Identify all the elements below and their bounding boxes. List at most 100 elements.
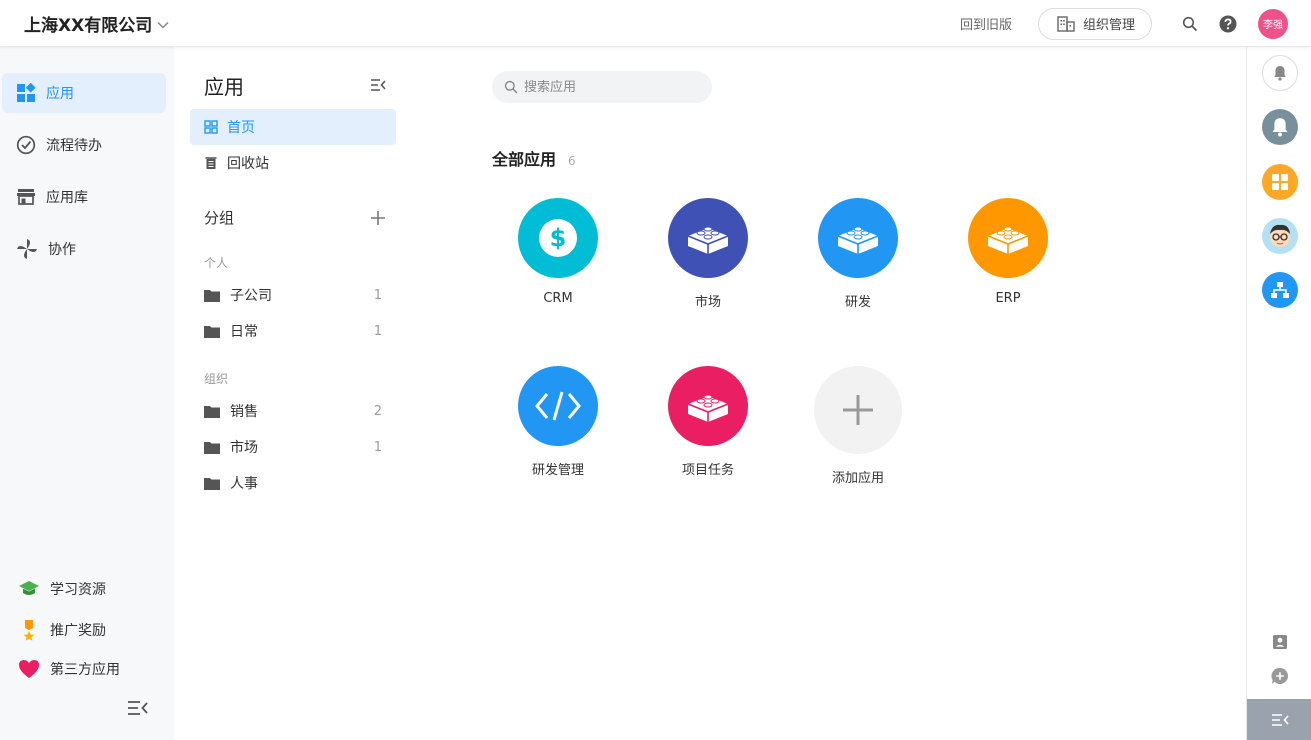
folder-item[interactable]: 人事 <box>204 471 382 495</box>
app-grid-icon[interactable] <box>1262 164 1298 200</box>
folder-count: 1 <box>373 323 382 339</box>
nav-third-party[interactable]: 第三方应用 <box>18 659 120 679</box>
group-header: 分组 <box>204 207 386 228</box>
app-tile-erp[interactable]: ERP <box>953 198 1063 306</box>
folder-icon <box>204 325 220 338</box>
org-manage-label: 组织管理 <box>1082 18 1135 33</box>
lego-brick-icon <box>687 226 729 254</box>
all-apps-header: 全部应用 6 <box>492 146 576 170</box>
app-tile-rd-manage[interactable]: 研发管理 <box>503 366 613 478</box>
nav-item-collab[interactable]: 协作 <box>2 229 166 269</box>
sub-item-home[interactable]: 首页 <box>190 109 396 145</box>
avatar-text: 李强 <box>1263 20 1283 31</box>
nav-item-app-store[interactable]: 应用库 <box>2 177 166 217</box>
search-box[interactable] <box>492 71 712 103</box>
add-chat-icon[interactable] <box>1271 667 1289 685</box>
main-content: 全部应用 6 $ CRM 市场 研发 ERP 研发管理 <box>412 47 1246 740</box>
grid-icon <box>204 120 218 134</box>
folder-count: 1 <box>373 287 382 303</box>
apps-icon <box>17 83 36 102</box>
check-circle-icon <box>16 135 36 155</box>
sub-item-label: 首页 <box>227 120 255 136</box>
store-icon <box>17 189 35 205</box>
chevron-down-icon <box>157 21 169 29</box>
help-icon[interactable] <box>1218 14 1238 34</box>
company-name: 上海XX有限公司 <box>24 16 153 36</box>
user-profile-avatar[interactable] <box>1262 218 1298 254</box>
app-label: 项目任务 <box>681 463 734 478</box>
app-tile-project-tasks[interactable]: 项目任务 <box>653 366 763 478</box>
nav-label: 协作 <box>48 242 76 258</box>
trash-icon <box>205 157 217 169</box>
folder-icon <box>204 289 220 302</box>
app-label: 研发 <box>844 295 871 310</box>
app-count: 6 <box>568 154 576 168</box>
add-group-icon[interactable] <box>370 210 386 226</box>
building-icon <box>1057 15 1075 32</box>
sub-item-trash[interactable]: 回收站 <box>190 145 396 181</box>
top-bar: 上海XX有限公司 回到旧版 组织管理 李强 <box>0 0 1311 47</box>
dollar-icon: $ <box>539 219 577 257</box>
nav-item-apps[interactable]: 应用 <box>2 73 166 113</box>
search-icon <box>504 80 518 94</box>
left-nav: 应用 流程待办 应用库 协作 学习资源 推广奖励 第三方应用 <box>0 47 174 740</box>
old-version-link[interactable]: 回到旧版 <box>960 14 1012 33</box>
all-apps-title: 全部应用 <box>492 150 557 169</box>
search-icon[interactable] <box>1180 14 1200 34</box>
app-sub-panel: 应用 首页 回收站 分组 个人 子公司 1 日常 1 组织 销售 2 市场 1 … <box>174 47 412 740</box>
collapse-panel-icon[interactable] <box>370 77 386 96</box>
folder-icon <box>204 441 220 454</box>
search-input[interactable] <box>524 79 694 95</box>
cartoon-face-icon <box>1270 224 1290 247</box>
graduation-cap-icon <box>19 581 39 595</box>
nav-item-todo[interactable]: 流程待办 <box>2 125 166 165</box>
app-label: 研发管理 <box>531 463 584 478</box>
folder-name: 销售 <box>230 404 258 420</box>
sub-panel-title: 应用 <box>204 75 244 99</box>
lego-brick-icon <box>837 226 879 254</box>
app-tile-market[interactable]: 市场 <box>653 198 763 310</box>
folder-name: 子公司 <box>230 288 272 304</box>
lego-brick-icon <box>987 226 1029 254</box>
user-avatar[interactable]: 李强 <box>1258 8 1288 39</box>
heart-icon <box>19 660 39 678</box>
collapse-right-bar-icon[interactable] <box>1247 699 1311 740</box>
contacts-icon[interactable] <box>1271 633 1289 651</box>
app-tile-crm[interactable]: $ CRM <box>503 198 613 306</box>
add-app-button[interactable]: 添加应用 <box>803 366 913 486</box>
app-icon-circle <box>668 198 748 278</box>
app-icon-circle <box>518 366 598 446</box>
nav-label: 流程待办 <box>46 138 102 154</box>
org-chart-icon[interactable] <box>1262 272 1298 308</box>
nav-rewards[interactable]: 推广奖励 <box>18 619 106 641</box>
app-label: CRM <box>543 291 573 306</box>
collapse-nav-icon[interactable] <box>127 699 149 721</box>
app-icon-circle <box>968 198 1048 278</box>
group-title: 分组 <box>204 209 235 227</box>
folder-name: 市场 <box>230 440 258 456</box>
medal-icon <box>23 620 35 641</box>
nav-learning[interactable]: 学习资源 <box>18 579 106 599</box>
plus-icon <box>843 395 873 425</box>
folder-name: 日常 <box>230 324 258 340</box>
notification-bell-icon[interactable] <box>1262 55 1298 91</box>
svg-text:$: $ <box>550 224 567 252</box>
app-label: 市场 <box>694 295 721 310</box>
folder-item[interactable]: 日常 1 <box>204 319 382 343</box>
nav-label: 推广奖励 <box>50 623 106 639</box>
app-icon-circle <box>668 366 748 446</box>
reminder-bell-icon[interactable] <box>1262 109 1298 145</box>
nav-label: 应用 <box>46 86 74 102</box>
folder-item[interactable]: 销售 2 <box>204 399 382 423</box>
app-tile-rd[interactable]: 研发 <box>803 198 913 310</box>
org-manage-button[interactable]: 组织管理 <box>1037 7 1152 40</box>
company-switcher[interactable]: 上海XX有限公司 <box>24 11 170 36</box>
folder-item[interactable]: 市场 1 <box>204 435 382 459</box>
app-icon-circle <box>818 198 898 278</box>
folder-icon <box>204 405 220 418</box>
folder-count: 2 <box>373 403 382 419</box>
folder-icon <box>204 477 220 490</box>
sub-item-label: 回收站 <box>227 156 269 172</box>
nav-label: 应用库 <box>46 190 88 206</box>
folder-item[interactable]: 子公司 1 <box>204 283 382 307</box>
